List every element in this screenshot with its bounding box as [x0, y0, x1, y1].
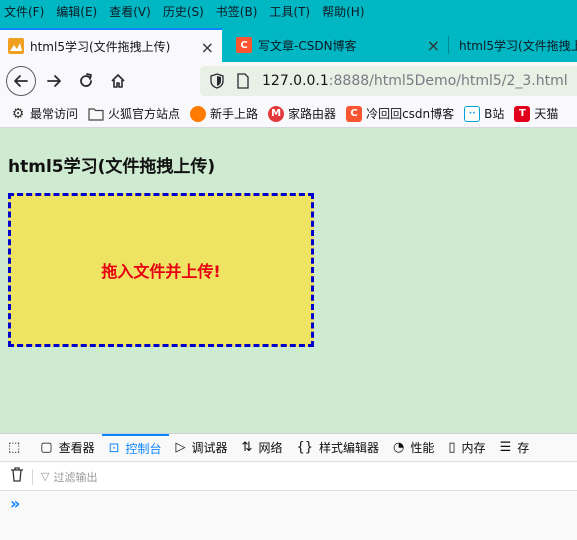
tab-debugger[interactable]: ▷ 调试器 — [169, 434, 235, 461]
url-text[interactable]: 127.0.0.1:8888/html5Demo/html5/2_3.html — [262, 73, 568, 89]
divider — [32, 468, 33, 485]
devtools-tab-bar: ⬚ ▢ 查看器 ⊡ 控制台 ▷ 调试器 ⇅ 网络 {} 样式编辑器 ◔ 性能 ▯… — [0, 434, 577, 462]
bookmark-most-visited[interactable]: ⚙ 最常访问 — [10, 105, 78, 122]
menu-edit[interactable]: 编辑(E) — [56, 3, 97, 20]
tab-label: 查看器 — [58, 441, 95, 455]
bookmark-label: 冷回回csdn博客 — [366, 107, 455, 121]
bookmark-label: 天猫 — [534, 107, 559, 121]
gear-icon: ⚙ — [11, 105, 25, 122]
bookmark-label: 新手上路 — [210, 107, 259, 121]
storage-icon: ☰ — [499, 440, 512, 455]
tab-performance[interactable]: ◔ 性能 — [386, 434, 441, 461]
console-prompt-icon[interactable]: » — [10, 494, 20, 513]
navigation-toolbar: 127.0.0.1:8888/html5Demo/html5/2_3.html — [0, 62, 577, 100]
tab-label: 写文章-CSDN博客 — [258, 38, 357, 53]
menu-file[interactable]: 文件(F) — [4, 3, 44, 20]
menu-help[interactable]: 帮助(H) — [322, 3, 364, 20]
shield-icon[interactable] — [210, 73, 224, 89]
tab-html5-drag-upload[interactable]: html5学习(文件拖拽上传) × — [0, 28, 222, 62]
bookmark-tmall[interactable]: T 天猫 — [514, 105, 558, 122]
filter-output-input[interactable]: 过滤输出 — [53, 469, 97, 485]
tab-label: html5学习(文件拖拽上传) — [30, 39, 171, 54]
page-icon[interactable] — [236, 73, 250, 89]
bookmark-bilibili[interactable]: ·· B站 — [464, 105, 504, 122]
tab-label: 网络 — [258, 441, 283, 455]
forward-button[interactable] — [40, 67, 68, 95]
firefox-icon — [190, 105, 207, 122]
console-icon: ⊡ — [108, 441, 120, 456]
menu-bookmarks[interactable]: 书签(B) — [216, 3, 258, 20]
csdn-icon: C — [236, 37, 252, 53]
gauge-icon: ◔ — [393, 440, 405, 455]
bookmark-csdn-blog[interactable]: C 冷回回csdn博客 — [346, 105, 454, 122]
braces-icon: {} — [296, 440, 314, 455]
tab-storage[interactable]: ☰ 存 — [493, 434, 537, 461]
router-m-icon: M — [268, 105, 285, 122]
close-icon[interactable]: × — [201, 38, 214, 57]
devtools-panel: ⬚ ▢ 查看器 ⊡ 控制台 ▷ 调试器 ⇅ 网络 {} 样式编辑器 ◔ 性能 ▯… — [0, 433, 577, 540]
tab-network[interactable]: ⇅ 网络 — [235, 434, 290, 461]
url-host: 127.0.0.1 — [262, 73, 329, 89]
home-icon — [111, 74, 125, 88]
tab-html5-drag-upload-2[interactable]: html5学习(文件拖拽上传 — [451, 28, 577, 62]
reload-button[interactable] — [72, 67, 100, 95]
folder-icon — [88, 106, 104, 122]
tab-csdn-write[interactable]: C 写文章-CSDN博客 × — [228, 28, 448, 62]
csdn-icon: C — [346, 105, 363, 122]
site-favicon-icon — [8, 38, 24, 54]
drop-zone-label: 拖入文件并上传! — [101, 262, 221, 281]
console-filter-bar: ▽ 过滤输出 — [0, 463, 577, 491]
bookmarks-toolbar: ⚙ 最常访问 火狐官方站点 新手上路 M 家路由器 C 冷回回csdn博客 ··… — [0, 100, 577, 128]
bookmark-label: 最常访问 — [30, 107, 79, 121]
tab-label: 样式编辑器 — [319, 441, 380, 455]
bookmark-home-router[interactable]: M 家路由器 — [268, 105, 336, 122]
bookmark-label: 火狐官方站点 — [108, 107, 181, 121]
back-arrow-icon — [14, 75, 28, 87]
tab-label: 存 — [517, 441, 530, 455]
tab-label: 调试器 — [191, 441, 228, 455]
tab-memory[interactable]: ▯ 内存 — [441, 434, 492, 461]
address-bar[interactable]: 127.0.0.1:8888/html5Demo/html5/2_3.html — [200, 66, 577, 96]
filter-funnel-icon: ▽ — [41, 470, 50, 483]
tab-bar: html5学习(文件拖拽上传) × C 写文章-CSDN博客 × html5学习… — [0, 22, 577, 62]
close-icon[interactable]: × — [427, 36, 440, 55]
picker-icon: ⬚ — [8, 440, 21, 455]
reload-icon — [80, 73, 92, 87]
back-button[interactable] — [6, 66, 36, 96]
bookmark-firefox-official[interactable]: 火狐官方站点 — [88, 105, 180, 122]
network-icon: ⇅ — [241, 440, 253, 455]
menu-view[interactable]: 查看(V) — [109, 3, 151, 20]
element-picker-button[interactable]: ⬚ — [0, 434, 33, 461]
bookmark-label: B站 — [484, 107, 505, 121]
trash-icon[interactable] — [10, 467, 24, 486]
tab-label: 性能 — [410, 441, 435, 455]
tab-console[interactable]: ⊡ 控制台 — [101, 434, 169, 461]
memory-chip-icon: ▯ — [448, 440, 456, 455]
file-drop-zone[interactable]: 拖入文件并上传! — [8, 193, 314, 347]
url-path: :8888/html5Demo/html5/2_3.html — [328, 73, 568, 89]
menu-history[interactable]: 历史(S) — [163, 3, 204, 20]
tab-label: 控制台 — [125, 442, 162, 456]
home-button[interactable] — [104, 67, 132, 95]
menu-tools[interactable]: 工具(T) — [269, 3, 310, 20]
bookmark-getting-started[interactable]: 新手上路 — [190, 105, 258, 122]
page-content: html5学习(文件拖拽上传) 拖入文件并上传! — [0, 128, 577, 433]
tmall-icon: T — [514, 105, 531, 122]
tab-label: html5学习(文件拖拽上传 — [459, 38, 577, 53]
tab-style-editor[interactable]: {} 样式编辑器 — [289, 434, 386, 461]
page-title: html5学习(文件拖拽上传) — [8, 157, 216, 177]
inspector-icon: ▢ — [40, 440, 53, 455]
bilibili-icon: ·· — [464, 105, 481, 122]
debugger-icon: ▷ — [175, 440, 186, 455]
tab-divider — [448, 36, 449, 54]
menu-bar: 文件(F) 编辑(E) 查看(V) 历史(S) 书签(B) 工具(T) 帮助(H… — [0, 0, 577, 22]
forward-arrow-icon — [47, 75, 61, 87]
tab-label: 内存 — [461, 441, 486, 455]
tab-inspector[interactable]: ▢ 查看器 — [33, 434, 101, 461]
bookmark-label: 家路由器 — [288, 107, 337, 121]
